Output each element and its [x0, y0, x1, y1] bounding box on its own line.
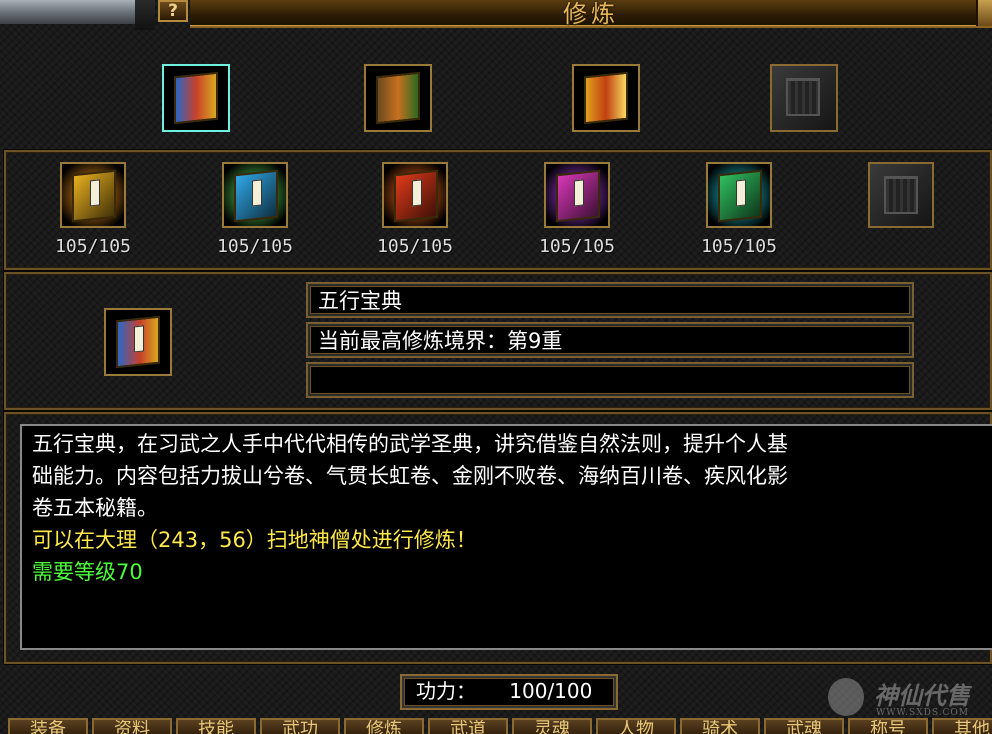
bottom-tab[interactable]: 称号	[848, 718, 928, 734]
bottom-tab[interactable]: 武功	[260, 718, 340, 734]
bottom-tab[interactable]: 装备	[8, 718, 88, 734]
volume-count: 105/105	[55, 236, 131, 257]
description-line: 础能力。内容包括力拔山兮卷、气贯长虹卷、金刚不败卷、海纳百川卷、疾风化影	[32, 464, 788, 488]
bottom-tab[interactable]: 灵魂	[512, 718, 592, 734]
volume-book-icon	[556, 169, 600, 223]
training-location: 可以在大理（243，56）扫地神僧处进行修炼！	[32, 528, 477, 552]
watermark-text: 神仙代售	[874, 681, 970, 710]
title-bar[interactable]: 修炼	[190, 0, 992, 28]
watermark: 神仙代售 WWW.SXDS.COM	[828, 676, 988, 720]
book-name-field: 五行宝典	[306, 282, 914, 318]
detail-book-slot[interactable]	[104, 308, 172, 376]
window-corner-edge	[135, 0, 155, 30]
window-title: 修炼	[563, 0, 619, 28]
power-value: 100/100	[509, 679, 593, 703]
book-icon	[376, 71, 420, 125]
volume-count: 105/105	[377, 236, 453, 257]
book-volumes-panel	[4, 150, 992, 270]
wuxing-baodian-slot[interactable]	[162, 64, 230, 132]
bottom-tab[interactable]: 技能	[176, 718, 256, 734]
book-icon	[174, 71, 218, 125]
volume-count: 105/105	[539, 236, 615, 257]
level-requirement: 需要等级70	[32, 560, 143, 584]
volume-slot[interactable]	[222, 162, 288, 228]
wuxing-book-icon	[116, 315, 160, 369]
extra-field	[306, 362, 914, 398]
volume-slot[interactable]	[706, 162, 772, 228]
volume-book-icon	[394, 169, 438, 223]
power-display: 功力： 100/100	[400, 674, 618, 710]
gold-treasure-slot[interactable]	[572, 64, 640, 132]
scrolls-slot[interactable]	[364, 64, 432, 132]
bottom-tab[interactable]: 资料	[92, 718, 172, 734]
empty-slot[interactable]	[770, 64, 838, 132]
title-bar-cap	[976, 0, 992, 26]
bottom-tab-bar: 装备 资料 技能 武功 修炼 武道 灵魂 人物 骑术 武魂 称号 其他	[0, 718, 992, 734]
volume-slot[interactable]	[60, 162, 126, 228]
description-line: 五行宝典，在习武之人手中代代相传的武学圣典，讲究借鉴自然法则，提升个人基	[32, 432, 788, 456]
realm-field: 当前最高修炼境界：第9重	[306, 322, 914, 358]
volume-book-icon	[72, 169, 116, 223]
description-line: 卷五本秘籍。	[32, 496, 158, 520]
window-corner	[0, 0, 137, 24]
empty-slot[interactable]	[868, 162, 934, 228]
volume-slot[interactable]	[382, 162, 448, 228]
mascot-icon	[828, 678, 864, 716]
help-button[interactable]: ?	[158, 0, 188, 22]
bottom-tab[interactable]: 武道	[428, 718, 508, 734]
bottom-tab[interactable]: 人物	[596, 718, 676, 734]
description-box: 五行宝典，在习武之人手中代代相传的武学圣典，讲究借鉴自然法则，提升个人基 础能力…	[20, 424, 992, 650]
bottom-tab[interactable]: 修炼	[344, 718, 424, 734]
bottom-tab[interactable]: 武魂	[764, 718, 844, 734]
book-icon	[584, 71, 628, 125]
bottom-tab[interactable]: 其他	[932, 718, 992, 734]
watermark-url: WWW.SXDS.COM	[876, 708, 970, 718]
bottom-tab[interactable]: 骑术	[680, 718, 760, 734]
volume-book-icon	[234, 169, 278, 223]
volume-count: 105/105	[217, 236, 293, 257]
power-label: 功力：	[416, 679, 476, 703]
volume-book-icon	[718, 169, 762, 223]
volume-slot[interactable]	[544, 162, 610, 228]
volume-count: 105/105	[701, 236, 777, 257]
